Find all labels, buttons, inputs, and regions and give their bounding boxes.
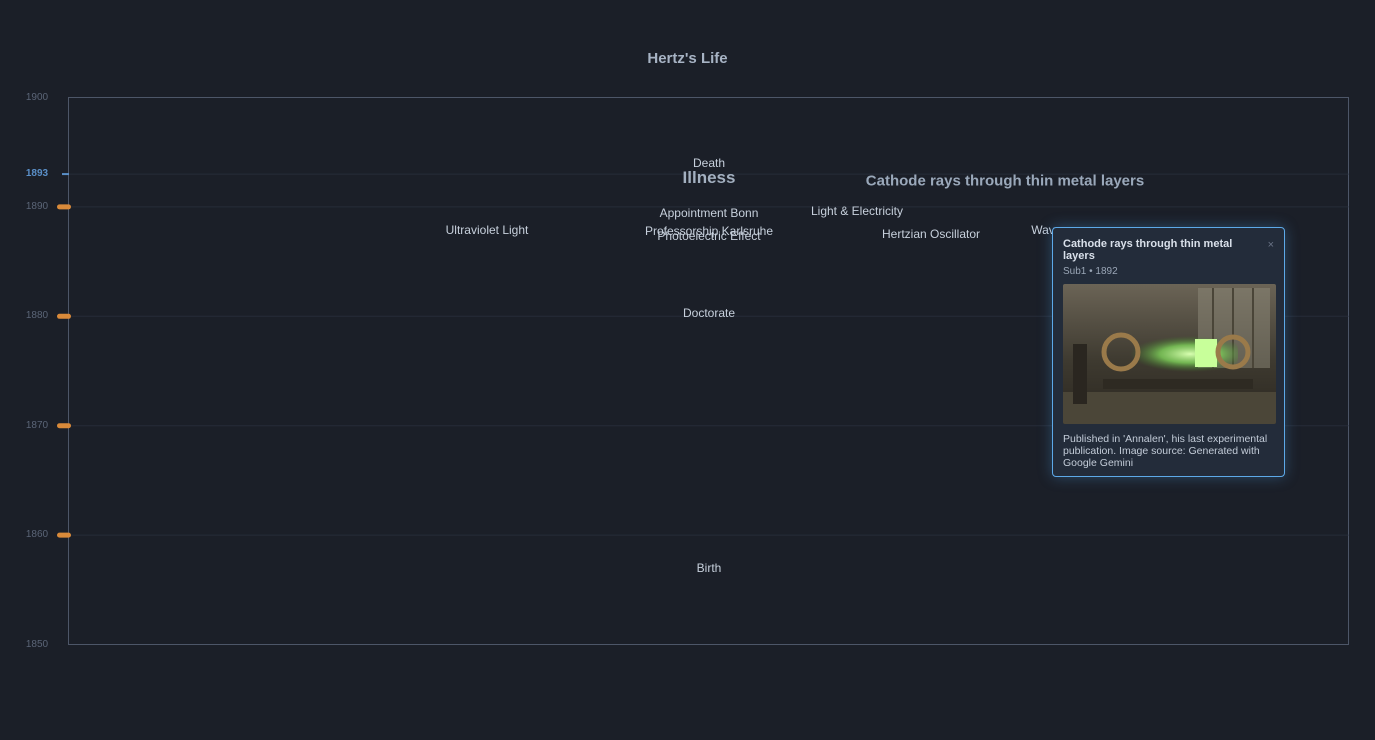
event-label[interactable]: Professorship Karlsruhe (645, 224, 773, 238)
event-label[interactable]: Doctorate (683, 306, 735, 320)
event-label[interactable]: Appointment Bonn (660, 206, 759, 220)
y-tick-label: 1900 (25, 91, 49, 103)
event-tooltip: Cathode rays through thin metal layers ×… (1052, 227, 1285, 477)
year-marker[interactable] (57, 423, 71, 429)
event-label[interactable]: Light & Electricity (811, 204, 903, 218)
event-label[interactable]: Death (693, 156, 725, 170)
year-marker[interactable] (57, 204, 71, 210)
chart-title: Hertz's Life (647, 50, 728, 67)
year-marker[interactable] (57, 313, 71, 319)
y-tick-label: 1860 (25, 529, 49, 541)
tooltip-image (1063, 284, 1276, 424)
event-label[interactable]: Birth (697, 561, 722, 575)
y-tick-label: 1893 (25, 168, 49, 180)
tooltip-description: Published in 'Annalen', his last experim… (1063, 433, 1268, 469)
y-tick-label: 1870 (25, 419, 49, 431)
close-icon[interactable]: × (1268, 239, 1274, 251)
tooltip-subtitle: Sub1 • 1892 (1063, 266, 1118, 277)
y-tick-label: 1850 (25, 638, 49, 650)
tooltip-title: Cathode rays through thin metal layers (1063, 238, 1233, 262)
event-label[interactable]: Ultraviolet Light (446, 223, 529, 237)
year-marker[interactable] (57, 532, 71, 538)
y-tick-label: 1880 (25, 310, 49, 322)
event-label[interactable]: Cathode rays through thin metal layers (866, 172, 1144, 189)
y-tick-label: 1890 (25, 200, 49, 212)
event-label[interactable]: Hertzian Oscillator (882, 227, 980, 241)
event-label[interactable]: Illness (683, 168, 736, 188)
